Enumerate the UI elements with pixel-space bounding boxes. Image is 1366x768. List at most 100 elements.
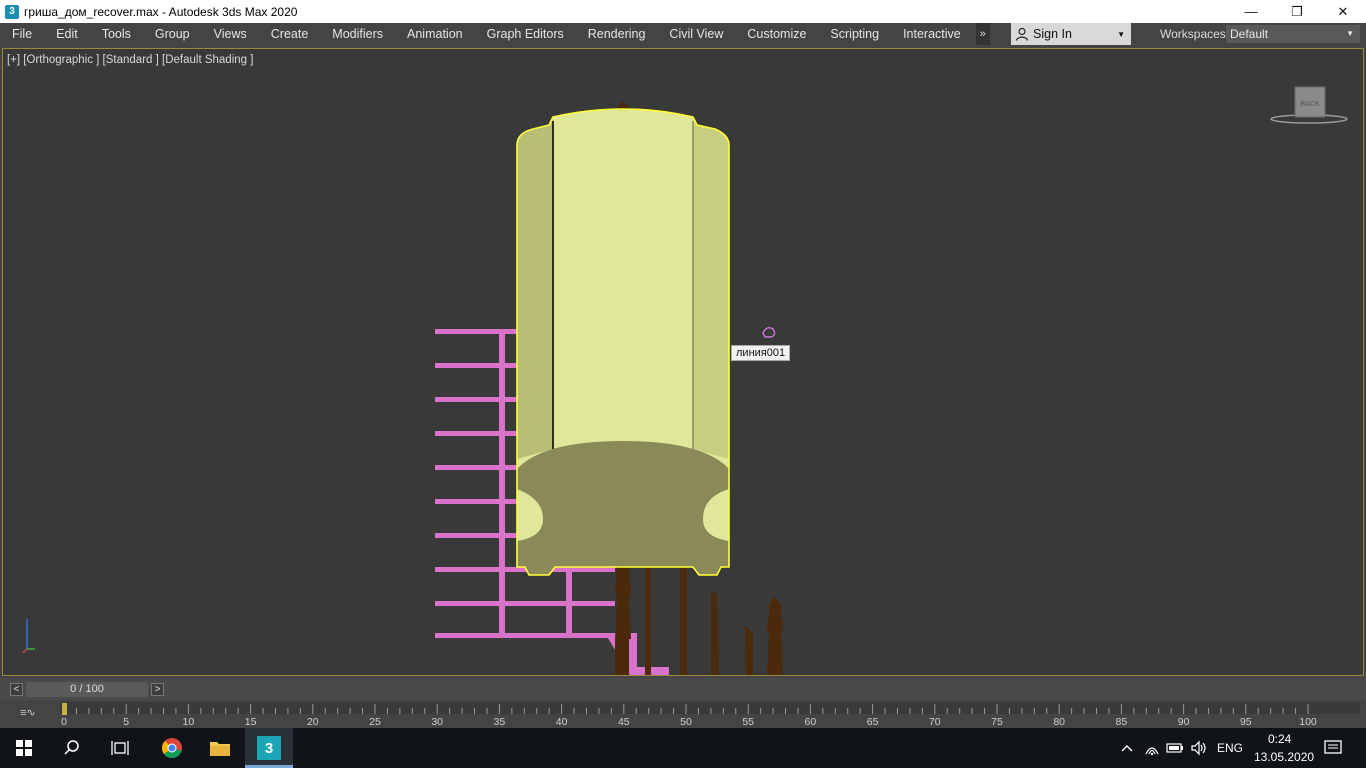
baluster xyxy=(767,598,783,675)
restore-button[interactable]: ❐ xyxy=(1274,0,1320,23)
time-slider: < 0 / 100 > xyxy=(0,678,1366,700)
menu-interactive[interactable]: Interactive xyxy=(891,23,973,45)
tower-base xyxy=(517,441,729,575)
ruler-tick-label: 60 xyxy=(805,716,817,728)
menu-graph-editors[interactable]: Graph Editors xyxy=(475,23,576,45)
chevron-down-icon: ▼ xyxy=(1117,29,1125,39)
ruler-tick-label: 65 xyxy=(867,716,879,728)
search-button[interactable] xyxy=(48,728,96,768)
menu-views[interactable]: Views xyxy=(202,23,259,45)
close-button[interactable]: ✕ xyxy=(1320,0,1366,23)
ruler-tick-label: 20 xyxy=(307,716,319,728)
menu-customize[interactable]: Customize xyxy=(735,23,818,45)
axis-tripod-icon xyxy=(22,619,35,654)
current-frame-marker[interactable] xyxy=(62,703,67,715)
sign-in-dropdown[interactable]: Sign In ▼ xyxy=(1011,23,1131,45)
ruler-tick-label: 15 xyxy=(245,716,257,728)
ruler-tick-label: 30 xyxy=(431,716,443,728)
viewport-label[interactable]: [+] [Orthographic ] [Standard ] [Default… xyxy=(7,54,253,66)
ruler-track[interactable] xyxy=(60,702,1360,714)
ruler-tick-label: 40 xyxy=(556,716,568,728)
file-explorer-taskbar-button[interactable] xyxy=(196,728,244,768)
battery-icon[interactable] xyxy=(1166,741,1184,755)
chrome-taskbar-button[interactable] xyxy=(148,728,196,768)
wifi-icon[interactable] xyxy=(1144,740,1160,756)
time-slider-thumb[interactable]: 0 / 100 xyxy=(26,682,148,697)
3dsmax-taskbar-button[interactable]: 3 xyxy=(245,728,293,768)
menu-modifiers[interactable]: Modifiers xyxy=(320,23,395,45)
chevron-up-icon[interactable] xyxy=(1120,741,1134,755)
menu-create[interactable]: Create xyxy=(259,23,321,45)
minimize-button[interactable]: — xyxy=(1228,0,1274,23)
frame-ruler[interactable]: 0 5 10 15 20 25 30 35 40 45 50 55 60 65 70 75 80 85 90 95 10… xyxy=(0,700,1366,728)
ruler-tick-label: 45 xyxy=(618,716,630,728)
object-tooltip: линия001 xyxy=(731,345,791,361)
task-view-icon xyxy=(111,741,129,755)
baluster xyxy=(645,555,651,675)
title-bar: 3 гриша_дом_recover.max - Autodesk 3ds M… xyxy=(0,0,1366,23)
volume-icon[interactable] xyxy=(1190,740,1208,756)
ruler-tick-label: 55 xyxy=(742,716,754,728)
windows-taskbar: 3 ENG 0:24 13.05.2020 xyxy=(0,728,1366,768)
viewcube[interactable]: BACK xyxy=(1269,85,1349,129)
folder-icon xyxy=(210,742,230,756)
cursor-marker xyxy=(762,326,776,338)
menu-group[interactable]: Group xyxy=(143,23,202,45)
menu-tools[interactable]: Tools xyxy=(90,23,143,45)
baluster xyxy=(711,589,719,675)
ruler-tick-label: 100 xyxy=(1299,716,1317,728)
windows-start-button[interactable] xyxy=(0,728,48,768)
chevron-down-icon: ▼ xyxy=(1346,29,1354,38)
tower-shadow-left xyxy=(517,117,553,459)
railing-bar xyxy=(435,633,615,638)
baluster xyxy=(615,639,629,675)
tower xyxy=(516,108,730,576)
ruler-tick-label: 10 xyxy=(183,716,195,728)
ruler-tick-label: 0 xyxy=(61,716,67,728)
baluster xyxy=(680,555,687,675)
railing-bar xyxy=(435,397,517,402)
user-icon xyxy=(1015,27,1029,41)
window-title: гриша_дом_recover.max - Autodesk 3ds Max… xyxy=(24,4,298,19)
baluster xyxy=(745,625,753,675)
time-slider-prev-button[interactable]: < xyxy=(10,683,23,696)
railing-bar xyxy=(435,499,517,504)
menu-civil-view[interactable]: Civil View xyxy=(657,23,735,45)
workspaces-value: Default xyxy=(1230,27,1269,41)
scene-render xyxy=(435,102,783,675)
windows-logo-icon xyxy=(16,740,32,756)
workspaces-select[interactable]: Default ▼ xyxy=(1226,25,1360,43)
task-view-button[interactable] xyxy=(96,728,144,768)
railing-post xyxy=(499,329,505,635)
ruler-tick-label: 5 xyxy=(123,716,129,728)
stair-stringer xyxy=(605,633,669,675)
orthographic-viewport[interactable]: [+] [Orthographic ] [Standard ] [Default… xyxy=(2,48,1364,676)
menu-edit[interactable]: Edit xyxy=(44,23,90,45)
menu-file[interactable]: File xyxy=(0,23,44,45)
notifications-icon[interactable] xyxy=(1324,740,1342,756)
ruler-tick-label: 50 xyxy=(680,716,692,728)
viewcube-face-label: BACK xyxy=(1300,101,1319,108)
railing-bar xyxy=(435,431,517,436)
finial xyxy=(617,102,629,109)
ruler-tick-label: 80 xyxy=(1053,716,1065,728)
language-indicator[interactable]: ENG xyxy=(1217,741,1243,755)
ruler-tick-label: 70 xyxy=(929,716,941,728)
3dsmax-app-icon[interactable]: 3 xyxy=(5,4,19,19)
workspaces-label: Workspaces: xyxy=(1160,27,1230,41)
menu-rendering[interactable]: Rendering xyxy=(576,23,658,45)
3dsmax-icon: 3 xyxy=(257,736,281,760)
clock-time[interactable]: 0:24 xyxy=(1268,732,1291,746)
clock-date[interactable]: 13.05.2020 xyxy=(1254,750,1314,764)
menu-overflow-button[interactable]: » xyxy=(975,23,990,45)
time-slider-next-button[interactable]: > xyxy=(151,683,164,696)
railing-bar xyxy=(435,601,615,606)
menu-animation[interactable]: Animation xyxy=(395,23,475,45)
menu-scripting[interactable]: Scripting xyxy=(818,23,891,45)
ruler-tick-label: 35 xyxy=(494,716,506,728)
railing-bar xyxy=(435,533,517,538)
railing-bar xyxy=(435,363,517,368)
track-bar[interactable]: ≡∿ 0 5 10 15 20 25 30 35 40 45 50 55 60 65 70 75 80 85 90 9… xyxy=(0,700,1366,728)
railing-bar xyxy=(435,329,517,334)
tower-shadow-right xyxy=(693,117,729,459)
